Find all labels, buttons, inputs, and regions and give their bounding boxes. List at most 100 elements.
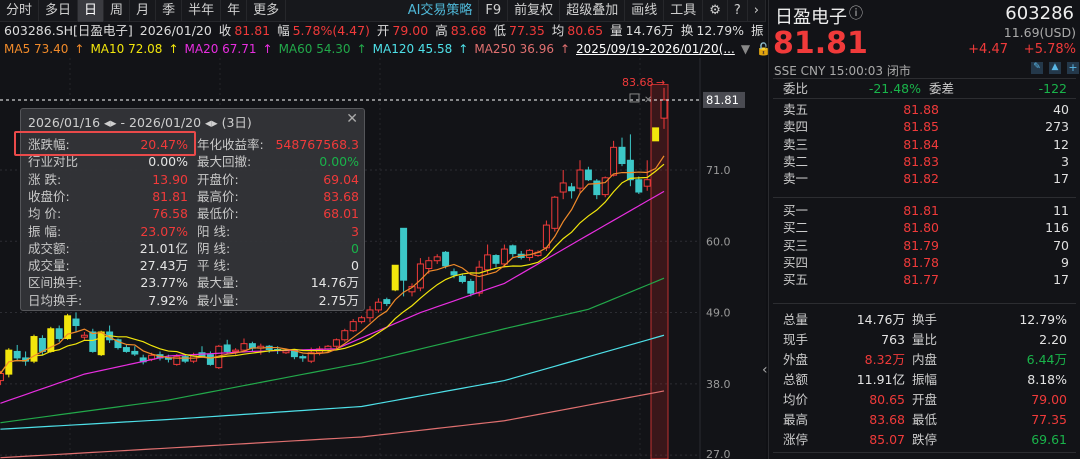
candle-body <box>442 251 450 267</box>
arrow-up-icon: ↑ <box>262 42 273 56</box>
stat-label: 振 幅: <box>28 223 62 239</box>
candle-body <box>652 127 660 142</box>
tool-button[interactable]: 前复权 <box>508 0 561 22</box>
edit-icon[interactable]: ✎ <box>1031 62 1043 74</box>
level-price[interactable]: 81.83 <box>903 153 939 170</box>
stat-row: 最高 83.68 最低 77.35 <box>769 410 1080 430</box>
stat-value: 13.90 <box>152 171 188 187</box>
popup-stat-row: 阴 线: 0 <box>197 240 359 257</box>
period-tab[interactable]: 半年 <box>182 0 222 22</box>
change: +4.47 <box>968 42 1008 57</box>
y-tick-label: 38.0 <box>706 378 731 391</box>
stat-value: 27.43万 <box>139 258 188 274</box>
stat-value: 0 <box>351 258 359 274</box>
period-tab[interactable]: 周 <box>104 0 131 22</box>
level-price[interactable]: 81.78 <box>903 254 939 271</box>
candle-body <box>131 350 139 355</box>
level-price[interactable]: 81.84 <box>903 136 939 153</box>
vol-value: 14.76万 <box>625 23 674 38</box>
level-price[interactable]: 81.81 <box>903 202 939 219</box>
arrow-up-icon: ↑ <box>356 42 367 56</box>
tool-button[interactable]: F9 <box>479 0 509 22</box>
add-icon[interactable]: + <box>1067 62 1079 74</box>
gear-icon[interactable]: ⚙ <box>703 0 728 22</box>
ma-legend-item: MA20 67.71 <box>184 42 257 56</box>
candle-body <box>13 350 21 359</box>
level-qty: 9 <box>1061 254 1069 270</box>
stat-label: 外盘 <box>783 352 809 367</box>
tool-button[interactable]: 超级叠加 <box>560 0 626 22</box>
stat-value: 8.32万 <box>864 352 905 367</box>
candle-body <box>391 264 399 291</box>
highlight-box <box>14 131 196 156</box>
level-price[interactable]: 81.77 <box>903 271 939 288</box>
tool-button[interactable]: 工具 <box>664 0 704 22</box>
chevron-right-icon[interactable]: › <box>748 0 766 22</box>
arrow-up-icon: ↑ <box>168 42 179 56</box>
bell-icon[interactable]: ▲ <box>1049 62 1061 74</box>
last-price: 81.81 <box>773 26 868 61</box>
stat-value: 14.76万 <box>856 312 905 327</box>
info-icon[interactable]: ⓘ <box>849 3 863 23</box>
candle-body <box>80 334 88 338</box>
level-price[interactable]: 81.85 <box>903 118 939 135</box>
stat-label: 最大量: <box>197 275 239 291</box>
candle-body <box>484 254 492 271</box>
candle-body <box>576 169 584 189</box>
popup-stat-row: 振 幅: 23.07% <box>28 223 188 240</box>
dropdown-icon[interactable]: ▼ <box>741 42 750 56</box>
level-qty: 17 <box>1053 272 1069 288</box>
period-tab[interactable]: 月 <box>130 0 157 22</box>
level-label: 买二 <box>783 220 809 236</box>
popup-stat-row: 区间换手: 23.77% <box>28 274 188 291</box>
tool-button[interactable]: AI交易策略 <box>402 0 480 22</box>
window-icon[interactable] <box>629 93 640 103</box>
level-price[interactable]: 81.88 <box>903 101 939 118</box>
stat-label: 均 价: <box>28 206 62 222</box>
stat-value: 81.81 <box>152 188 188 204</box>
candle-body <box>458 275 466 282</box>
candle-body <box>55 328 63 339</box>
level-qty: 12 <box>1053 136 1069 152</box>
popup-date-range[interactable]: 2026/01/16 ◂▸ - 2026/01/20 ◂▸ (3日) <box>28 112 252 131</box>
period-tab[interactable]: 季 <box>156 0 183 22</box>
stat-label: 阳 线: <box>197 223 231 239</box>
stat-value: 79.00 <box>1031 392 1067 407</box>
level-price[interactable]: 81.80 <box>903 219 939 236</box>
period-tab[interactable]: 日 <box>78 0 105 22</box>
high-label: 高 <box>435 23 448 38</box>
period-tab[interactable]: 更多 <box>247 0 287 22</box>
stat-value: 6.44万 <box>1026 352 1067 367</box>
candle-body <box>467 280 475 294</box>
divider <box>773 197 1076 198</box>
period-tab[interactable]: 年 <box>221 0 248 22</box>
tool-button[interactable]: 画线 <box>625 0 665 22</box>
stat-label: 开盘 <box>912 392 938 407</box>
stat-row: 涨停 85.07 跌停 69.61 <box>769 430 1080 450</box>
candle-body <box>551 196 559 229</box>
candle-body <box>475 266 483 294</box>
stat-value: 2.75万 <box>318 292 359 308</box>
stat-value: 23.07% <box>140 223 188 239</box>
popup-stat-row: 日均换手: 7.92% <box>28 292 188 309</box>
level-qty: 17 <box>1053 171 1069 187</box>
level-price[interactable]: 81.79 <box>903 237 939 254</box>
date-range-select[interactable]: 2025/09/19-2026/01/20(... <box>576 42 735 56</box>
close-icon[interactable]: ✕ <box>644 95 652 106</box>
stat-label: 最高价: <box>197 188 239 204</box>
arrow-right-icon: → <box>656 76 665 89</box>
close-icon[interactable]: ✕ <box>346 111 358 127</box>
period-tab[interactable]: 分时 <box>0 0 40 22</box>
level-price[interactable]: 81.82 <box>903 170 939 187</box>
popup-stat-row: 最大量: 14.76万 <box>197 274 359 291</box>
stat-value: 0.00% <box>319 154 359 170</box>
y-tick-label: 60.0 <box>706 235 731 248</box>
popup-stat-row: 最大回撤: 0.00% <box>197 153 359 170</box>
help-icon[interactable]: ? <box>728 0 748 22</box>
period-tab[interactable]: 多日 <box>39 0 79 22</box>
candle-body <box>89 331 97 352</box>
collapse-handle[interactable]: ‹ <box>762 362 768 378</box>
level-label: 卖四 <box>783 119 809 135</box>
level-label: 卖五 <box>783 102 809 117</box>
stat-value: 77.35 <box>1031 412 1067 427</box>
